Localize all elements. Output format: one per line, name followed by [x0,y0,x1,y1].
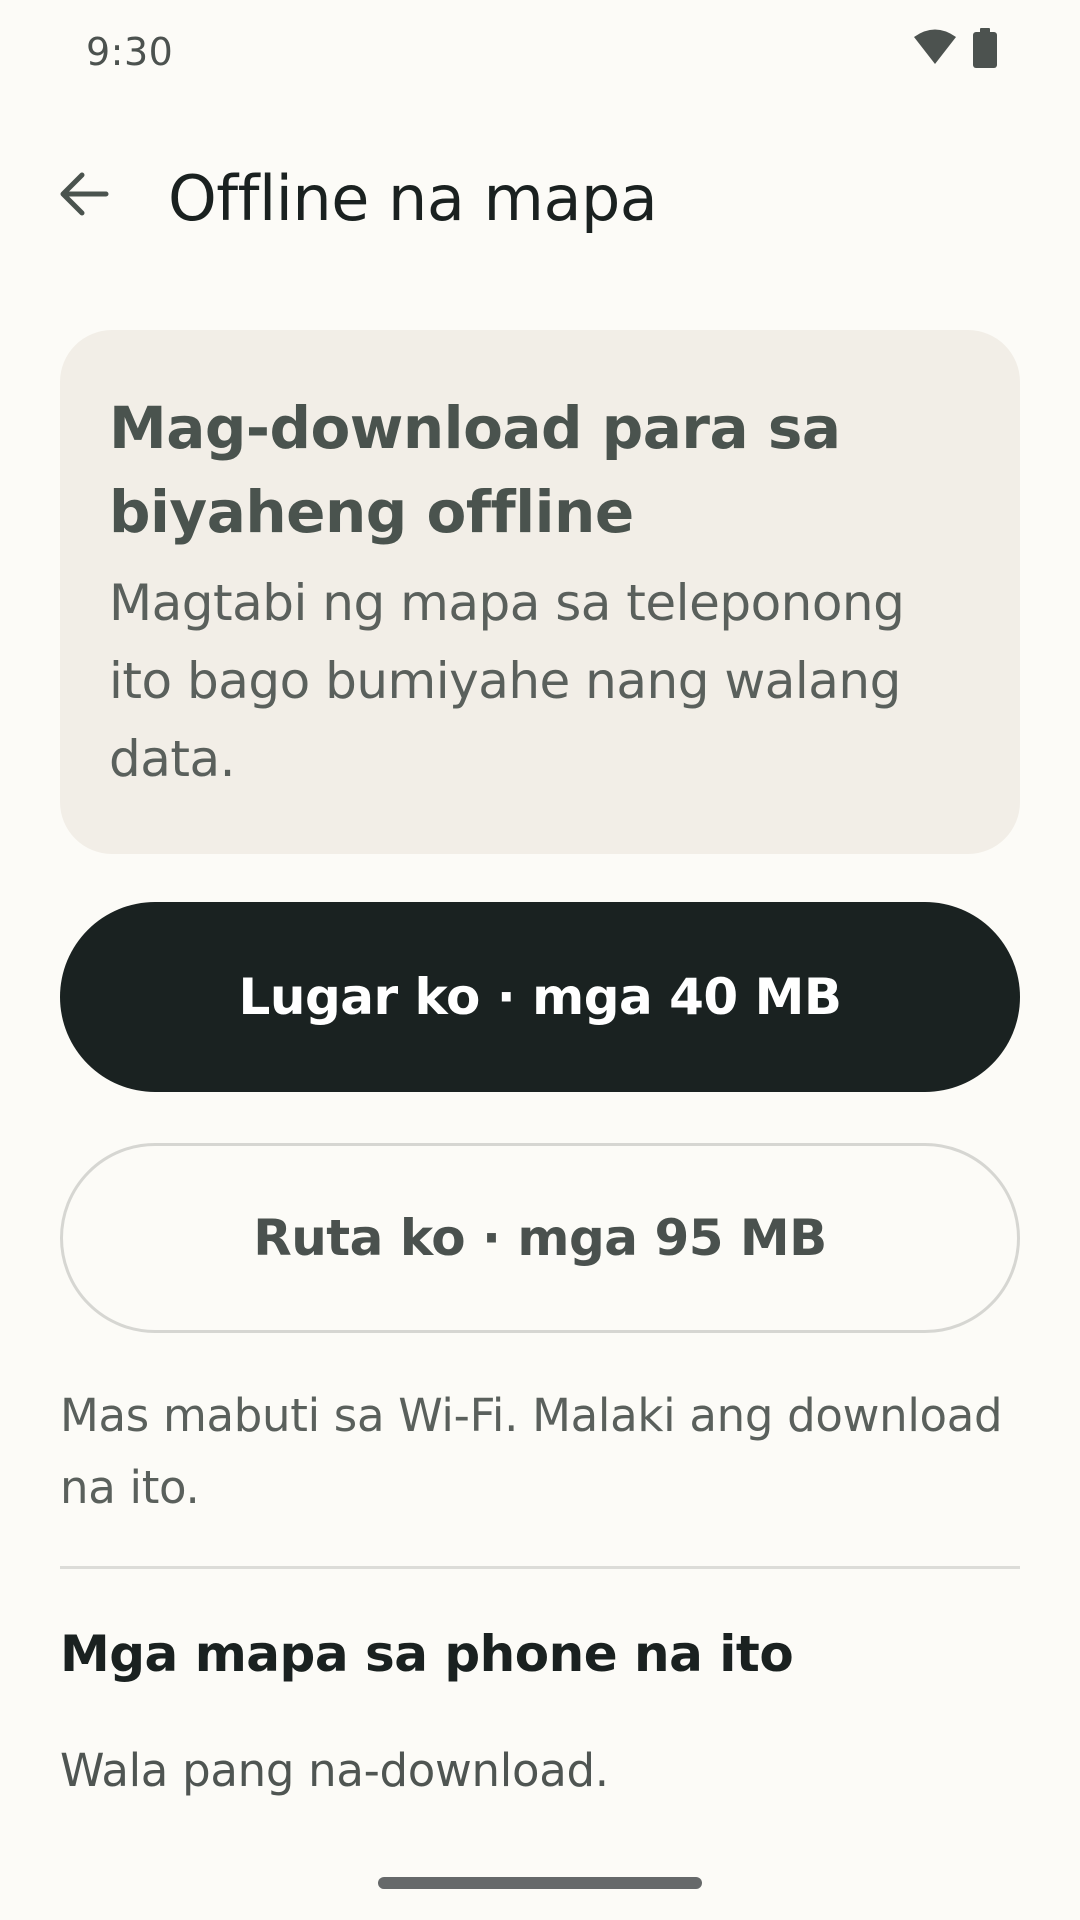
download-my-area-button[interactable]: Lugar ko · mga 40 MB [60,902,1020,1092]
status-time: 9:30 [86,30,174,74]
app-bar: Offline na mapa [0,140,1080,260]
divider [60,1566,1020,1569]
arrow-back-icon [56,166,112,226]
card-title: Mag-download para sa biyaheng offline [109,394,841,546]
empty-state-text: Wala pang na-download. [60,1744,609,1797]
download-my-route-button[interactable]: Ruta ko · mga 95 MB [60,1143,1020,1333]
card-body: Magtabi ng mapa sa teleponong ito bago b… [109,574,905,788]
back-button[interactable] [48,160,120,232]
status-icons [912,28,998,72]
wifi-note: Mas mabuti sa Wi-Fi. Malaki ang download… [60,1389,1003,1514]
page-title: Offline na mapa [168,162,658,235]
wifi-icon [912,28,958,72]
home-indicator[interactable] [378,1877,702,1889]
downloaded-maps-title: Mga mapa sa phone na ito [60,1625,794,1683]
info-card: Mag-download para sa biyaheng offline Ma… [60,330,1020,854]
battery-icon [972,28,998,72]
status-bar: 9:30 [0,0,1080,100]
